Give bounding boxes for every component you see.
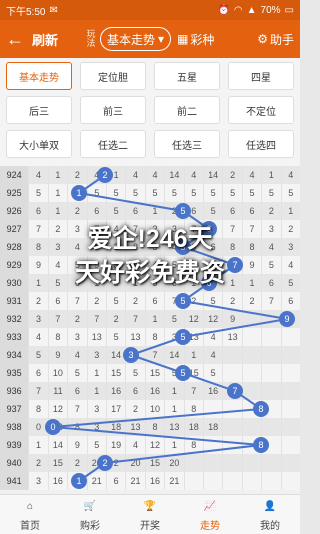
option-10[interactable]: 任选三 xyxy=(154,130,220,158)
tab-label: 走势 xyxy=(200,521,220,532)
option-11[interactable]: 任选四 xyxy=(228,130,294,158)
overlay-line-1: 爱企!246天 xyxy=(87,225,213,253)
ball-number: 8 xyxy=(258,404,263,414)
chevron-down-icon: ▾ xyxy=(158,32,165,46)
tab-home[interactable]: ⌂ 首页 xyxy=(0,495,60,534)
status-bar: 下午5:50 ✉ ⏰ ◠ ▲ 70% ▭ xyxy=(0,0,300,20)
trend-type-dropdown[interactable]: 基本走势 ▾ xyxy=(100,27,172,51)
option-9[interactable]: 任选二 xyxy=(80,130,146,158)
ball-number: 9 xyxy=(284,314,289,324)
option-1[interactable]: 定位胆 xyxy=(80,62,146,90)
option-7[interactable]: 不定位 xyxy=(228,96,294,124)
signal-icon: ▲ xyxy=(246,4,257,16)
battery-level: 70% xyxy=(260,4,281,16)
cart-icon: 🛒 xyxy=(83,500,97,512)
user-icon: 👤 xyxy=(263,500,277,512)
lottery-category-button[interactable]: ▦ 彩种 xyxy=(177,31,214,48)
status-time: 下午5:50 xyxy=(6,6,46,18)
dropdown-label: 基本走势 xyxy=(107,32,156,47)
tab-label: 购彩 xyxy=(80,521,100,532)
tab-label: 我的 xyxy=(260,521,280,532)
tab-cart[interactable]: 🛒 购彩 xyxy=(60,495,120,534)
trophy-icon: 🏆 xyxy=(143,500,157,512)
ball-number: 2 xyxy=(102,458,107,468)
ball-number: 3 xyxy=(128,350,133,360)
tab-user[interactable]: 👤 我的 xyxy=(240,495,300,534)
play-type-grid: 基本走势 定位胆 五星 四星后三 前三 前二 不定位大小单双 任选二 任选三 任选四 xyxy=(0,58,300,166)
ball-number: 5 xyxy=(180,206,185,216)
ball-number: 5 xyxy=(180,332,185,342)
notification-icon: ✉ xyxy=(49,4,58,16)
trend-polyline xyxy=(52,174,288,482)
app-bar: ← 刷新 玩法 基本走势 ▾ ▦ 彩种 ⚙ 助手 xyxy=(0,20,300,58)
option-2[interactable]: 五星 xyxy=(154,62,220,90)
tab-label: 首页 xyxy=(20,521,40,532)
back-arrow-icon[interactable]: ← xyxy=(6,30,28,48)
grid-icon: ▦ xyxy=(177,32,189,46)
ball-number: 1 xyxy=(76,476,81,486)
option-0[interactable]: 基本走势 xyxy=(6,62,72,90)
battery-icon: ▭ xyxy=(284,4,294,16)
trend-lines: 215657659535780821 xyxy=(45,167,295,489)
ball-number: 8 xyxy=(258,440,263,450)
bottom-nav: ⌂ 首页 🛒 购彩 🏆 开奖 📈 走势 👤 我的 xyxy=(0,494,300,534)
ball-number: 2 xyxy=(102,170,107,180)
option-4[interactable]: 后三 xyxy=(6,96,72,124)
option-8[interactable]: 大小单双 xyxy=(6,130,72,158)
home-icon: ⌂ xyxy=(26,500,34,512)
alarm-icon: ⏰ xyxy=(217,4,230,16)
gear-icon: ⚙ xyxy=(257,32,268,46)
ball-number: 7 xyxy=(232,386,237,396)
trend-table: 9244124144144142414925515555555555559266… xyxy=(0,166,300,494)
option-5[interactable]: 前三 xyxy=(80,96,146,124)
option-6[interactable]: 前二 xyxy=(154,96,220,124)
help-button[interactable]: ⚙ 助手 xyxy=(257,31,294,48)
play-label: 玩法 xyxy=(86,29,96,48)
tab-trophy[interactable]: 🏆 开奖 xyxy=(120,495,180,534)
watermark-overlay: 爱企!246天 天好彩免费资 xyxy=(0,222,300,300)
tab-chart[interactable]: 📈 走势 xyxy=(180,495,240,534)
chart-icon: 📈 xyxy=(203,500,217,512)
option-3[interactable]: 四星 xyxy=(228,62,294,90)
category-label: 彩种 xyxy=(190,32,215,47)
tab-label: 开奖 xyxy=(140,521,160,532)
help-label: 助手 xyxy=(269,32,294,47)
wifi-icon: ◠ xyxy=(233,4,243,16)
overlay-line-2: 天好彩免费资 xyxy=(74,259,225,287)
ball-number: 5 xyxy=(180,368,185,378)
ball-number: 1 xyxy=(76,188,81,198)
ball-number: 0 xyxy=(50,422,55,432)
refresh-button[interactable]: 刷新 xyxy=(32,30,58,49)
